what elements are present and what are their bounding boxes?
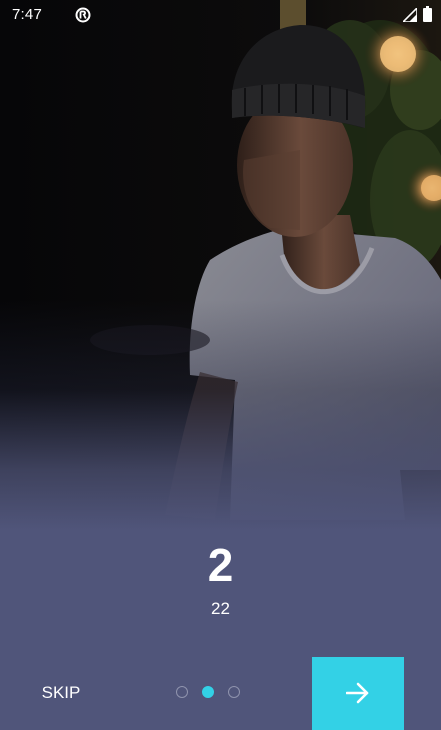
onboarding-screen: 7:47 2 22 SKIP xyxy=(0,0,441,730)
page-indicator xyxy=(176,686,246,700)
page-dot-2-active[interactable] xyxy=(202,686,214,698)
signal-icon xyxy=(403,8,417,22)
page-title: 2 xyxy=(207,539,234,591)
next-button[interactable] xyxy=(312,657,404,730)
battery-icon xyxy=(423,6,432,22)
status-time: 7:47 xyxy=(12,6,42,23)
page-subtitle: 22 xyxy=(211,599,230,618)
skip-button[interactable]: SKIP xyxy=(30,674,92,712)
app-notification-icon xyxy=(75,7,91,23)
arrow-right-icon xyxy=(346,682,369,704)
page-dot-1[interactable] xyxy=(176,686,188,698)
page-dot-3[interactable] xyxy=(228,686,240,698)
status-bar: 7:47 xyxy=(0,0,441,30)
bottom-gradient-overlay xyxy=(0,0,441,730)
